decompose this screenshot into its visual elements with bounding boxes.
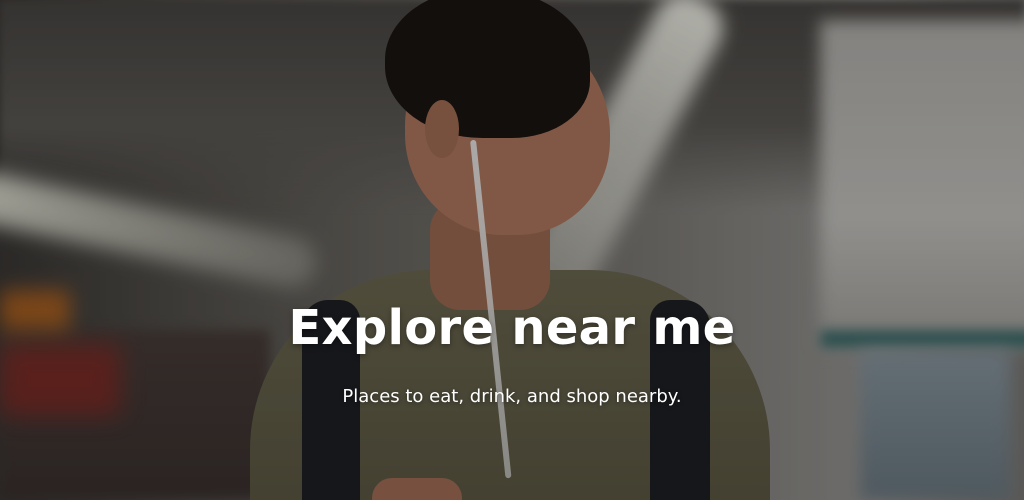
hero-banner: Explore near me Places to eat, drink, an… xyxy=(0,0,1024,500)
hero-title: Explore near me xyxy=(288,300,736,356)
hero-overlay xyxy=(0,0,1024,500)
hero-subtitle: Places to eat, drink, and shop nearby. xyxy=(342,386,682,407)
